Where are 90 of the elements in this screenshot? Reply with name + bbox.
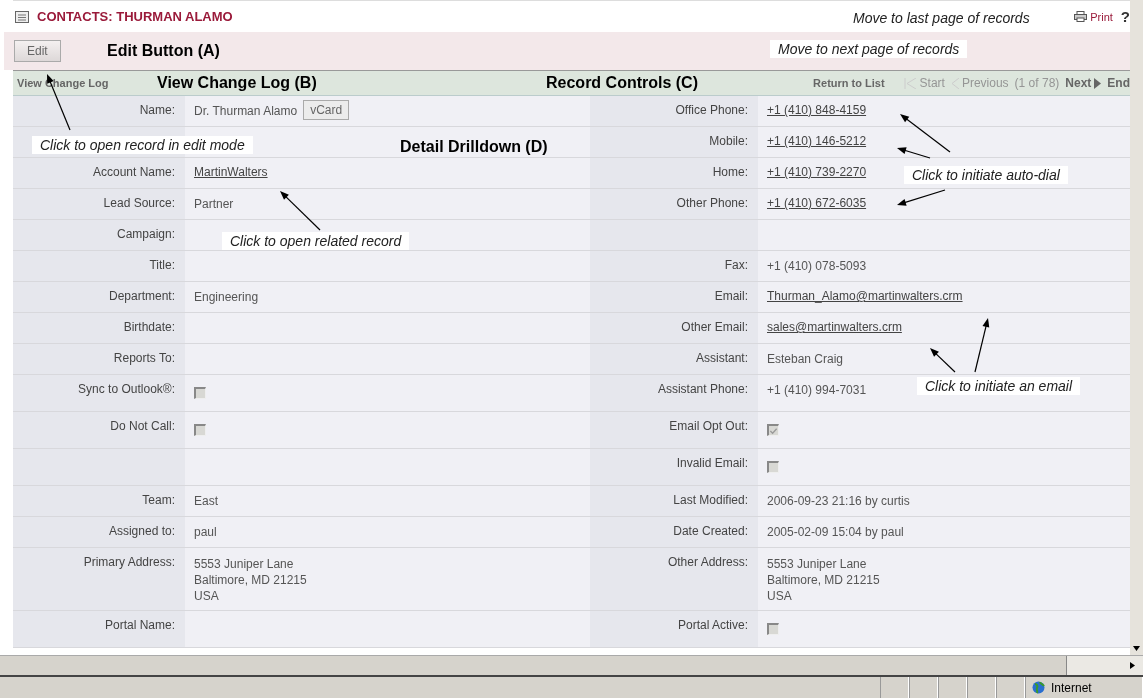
field-label: Lead Source:	[103, 196, 175, 210]
status-pane	[880, 677, 909, 698]
field-value: 2006-09-23 21:16 by curtis	[767, 494, 910, 508]
field-value: Partner	[194, 197, 234, 211]
arrow	[897, 189, 946, 206]
field-label: Invalid Email:	[676, 456, 748, 470]
status-pane	[938, 677, 967, 698]
page-title: CONTACTS: THURMAN ALAMO	[37, 9, 233, 24]
callout-note: Move to next page of records	[770, 40, 968, 58]
scroll-right-icon	[1130, 662, 1135, 669]
arrow	[280, 191, 321, 231]
status-pane	[909, 677, 938, 698]
callout-note: Click to initiate an email	[917, 377, 1081, 395]
field-value: Dr. Thurman Alamo	[194, 104, 298, 118]
field-link[interactable]: MartinWalters	[194, 165, 268, 179]
field-link[interactable]: +1 (410) 672-6035	[767, 196, 867, 210]
callout-note: Click to open record in edit mode	[32, 136, 253, 154]
return-to-list-link[interactable]: Return to List	[813, 77, 885, 89]
field-label: Name:	[139, 103, 175, 117]
pager-link[interactable]: End	[1107, 76, 1130, 90]
field-label: Do Not Call:	[110, 419, 175, 433]
field-label: Home:	[712, 165, 748, 179]
callout-heading: View Change Log (B)	[157, 74, 317, 92]
field-label: Date Created:	[673, 524, 748, 538]
security-zone: Internet	[1051, 680, 1092, 695]
field-label: Team:	[142, 493, 175, 507]
vertical-scrollbar[interactable]	[1130, 0, 1143, 655]
horizontal-scrollbar[interactable]	[0, 655, 1143, 677]
vcard-button[interactable]: vCard	[303, 100, 350, 120]
previous-icon	[950, 77, 959, 89]
address-text: 5553 Juniper Lane Baltimore, MD 21215 USA	[194, 556, 307, 605]
field-label: Title:	[149, 258, 175, 272]
field-label: Email Opt Out:	[669, 419, 748, 433]
edit-button[interactable]: Edit	[14, 40, 61, 62]
callout-heading: Detail Drilldown (D)	[400, 138, 548, 156]
callout-heading: Edit Button (A)	[107, 42, 220, 60]
field-label: Portal Active:	[677, 618, 748, 632]
field-label: Other Email:	[681, 320, 748, 334]
field-link[interactable]: Thurman_Alamo@martinwalters.crm	[767, 289, 963, 303]
field-label: Birthdate:	[123, 320, 175, 334]
field-label: Portal Name:	[104, 618, 175, 632]
field-label: Primary Address:	[83, 555, 175, 569]
print-link[interactable]: Print	[1074, 10, 1113, 23]
help-link[interactable]: ?	[1120, 8, 1130, 25]
checkbox[interactable]	[194, 387, 206, 399]
arrow	[974, 318, 990, 373]
field-value: +1 (410) 078-5093	[767, 259, 867, 273]
field-value: East	[194, 494, 218, 508]
field-label: Department:	[108, 289, 175, 303]
pager-link[interactable]: Next	[1065, 76, 1102, 90]
arrow	[930, 348, 956, 373]
status-pane	[967, 677, 996, 698]
field-label: Sync to Outlook®:	[78, 382, 175, 396]
field-label: Last Modified:	[673, 493, 748, 507]
field-value: 2005-02-09 15:04 by paul	[767, 525, 904, 539]
checkbox[interactable]	[194, 424, 206, 436]
field-link[interactable]: +1 (410) 848-4159	[767, 103, 867, 117]
record-count: (1 of 78)	[1014, 76, 1060, 90]
field-label: Email:	[714, 289, 748, 303]
address-text: 5553 Juniper Lane Baltimore, MD 21215 USA	[767, 556, 880, 605]
field-link[interactable]: sales@martinwalters.crm	[767, 320, 902, 334]
field-label: Fax:	[724, 258, 748, 272]
field-label: Office Phone:	[675, 103, 748, 117]
field-value: paul	[194, 525, 217, 539]
field-label: Reports To:	[113, 351, 175, 365]
field-link[interactable]: +1 (410) 739-2270	[767, 165, 867, 179]
field-value: +1 (410) 994-7031	[767, 383, 867, 397]
contact-card-icon	[15, 10, 29, 23]
field-label: Account Name:	[92, 165, 175, 179]
callout-note: Click to open related record	[222, 232, 410, 250]
field-label: Assistant:	[695, 351, 748, 365]
printer-icon	[1074, 11, 1088, 22]
field-value: Esteban Craig	[767, 352, 844, 366]
field-label: Other Address:	[667, 555, 748, 569]
checkbox[interactable]	[767, 424, 779, 436]
field-label: Campaign:	[116, 227, 175, 241]
callout-heading: Record Controls (C)	[546, 74, 698, 92]
next-icon	[1094, 77, 1102, 89]
field-label: Mobile:	[709, 134, 748, 148]
field-link[interactable]: +1 (410) 146-5212	[767, 134, 867, 148]
field-value: Engineering	[194, 290, 259, 304]
checkbox[interactable]	[767, 623, 779, 635]
field-label: Assigned to:	[108, 524, 175, 538]
field-label: Other Phone:	[676, 196, 748, 210]
field-label: Assistant Phone:	[657, 382, 748, 396]
checkbox[interactable]	[767, 461, 779, 473]
scroll-down-icon	[1133, 646, 1140, 651]
first-page-icon	[902, 77, 917, 89]
callout-note: Click to initiate auto-dial	[904, 166, 1068, 184]
globe-icon	[1032, 681, 1045, 694]
